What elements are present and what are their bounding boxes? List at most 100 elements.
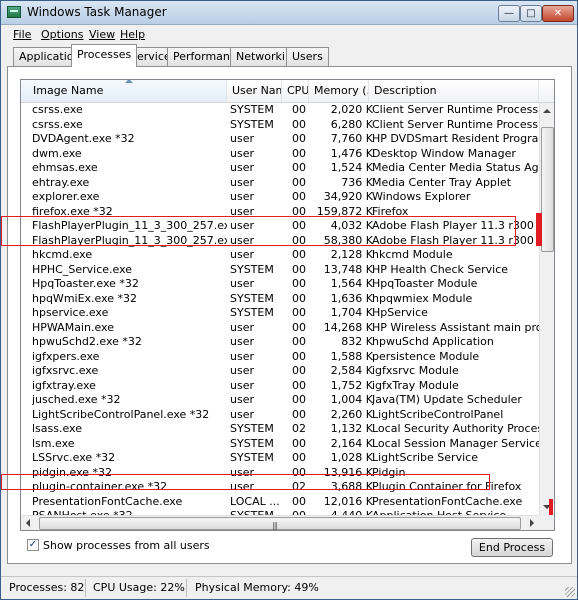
- process-row[interactable]: DVDAgent.exe *32 user 00 7,760 K HP DVDSmart…: [21, 132, 542, 147]
- process-row[interactable]: lsass.exe SYSTEM 02 1,132 K Local Security A…: [21, 422, 542, 437]
- vertical-scrollbar[interactable]: [539, 103, 554, 515]
- process-rows: csrss.exe SYSTEM 00 2,020 K Client Server Ru…: [21, 103, 542, 524]
- process-description: Desktop Window Manager: [372, 146, 516, 160]
- end-process-button[interactable]: End Process: [471, 538, 553, 557]
- process-description: Client Server Runtime Process: [372, 103, 539, 116]
- process-row[interactable]: PresentationFontCache.exe LOCAL ... 00 12,0…: [21, 495, 539, 510]
- process-row[interactable]: pidgin.exe *32 user 00 13,916 K Pidgin: [21, 466, 539, 481]
- maximize-button[interactable]: □: [520, 5, 542, 22]
- process-row[interactable]: plugin-container.exe *32 user 02 3,688 K Plu…: [21, 480, 539, 495]
- column-user-name[interactable]: User Name: [227, 80, 282, 102]
- process-row[interactable]: lsm.exe SYSTEM 00 2,164 K Local Session Mana…: [21, 436, 542, 452]
- process-row[interactable]: FlashPlayerPlugin_11_3_300_257.exe *32us…: [21, 234, 539, 249]
- process-user: user: [230, 233, 254, 247]
- process-row[interactable]: hpservice.exe SYSTEM 00 1,704 K HpService: [21, 306, 539, 321]
- process-row[interactable]: jusched.exe *32 user 00 1,004 K Java(TM) Upd…: [21, 393, 539, 408]
- process-user: SYSTEM: [230, 103, 274, 116]
- show-all-users-checkbox[interactable]: ✓: [27, 539, 39, 551]
- process-row[interactable]: hkcmd.exe user 00 2,128 Khkcmd Module: [21, 248, 539, 263]
- process-memory: 832 K: [341, 335, 373, 348]
- process-name: firefox.exe *32: [32, 204, 113, 218]
- process-row[interactable]: LSSrvc.exe *32 SYSTEM 00 1,028 K LightScribe…: [21, 451, 539, 466]
- resize-grip-icon[interactable]: [565, 587, 575, 597]
- process-description: LightScribe Service: [372, 451, 478, 464]
- process-user: SYSTEM: [230, 436, 274, 450]
- process-description: hkcmd Module: [372, 248, 453, 261]
- horizontal-scrollbar[interactable]: |||: [21, 515, 539, 530]
- process-row[interactable]: explorer.exe user 00 34,920 K Windows Explor…: [21, 190, 539, 205]
- status-cpu-usage: CPU Usage: 22%: [93, 581, 185, 594]
- process-memory: 6,280 K: [330, 117, 373, 131]
- process-row[interactable]: csrss.exe SYSTEM 00 2,020 K Client Server Ru…: [21, 103, 539, 118]
- process-name: dwm.exe: [32, 146, 82, 160]
- process-row[interactable]: HpqToaster.exe *32 user 00 1,564 K HpqToaste…: [21, 277, 539, 292]
- process-row[interactable]: firefox.exe *32 user 00 159,872 K Firefox: [21, 205, 539, 220]
- show-all-users-label[interactable]: Show processes from all users: [43, 539, 210, 552]
- process-memory: 1,564 K: [330, 277, 373, 290]
- tab-processes[interactable]: Processes: [71, 44, 138, 67]
- process-row[interactable]: ehtray.exe user 00 736 K Media Center Tray A…: [21, 176, 539, 191]
- process-row[interactable]: hpqWmiEx.exe *32 SYSTEM 00 1,636 Khpqwmiex …: [21, 292, 539, 307]
- process-memory: 2,584 K: [330, 364, 373, 377]
- column-memory-label: Memory (...: [314, 84, 368, 97]
- close-button[interactable]: ✕: [542, 5, 574, 22]
- column-image-name[interactable]: Image Name: [21, 80, 227, 102]
- process-name: ehtray.exe: [32, 175, 90, 189]
- process-row[interactable]: LightScribeControlPanel.exe *32 user 00 2,2…: [21, 408, 539, 423]
- process-name: igfxtray.exe: [32, 378, 96, 392]
- scroll-left-icon[interactable]: [26, 519, 30, 527]
- process-memory: 159,872 K: [316, 204, 373, 218]
- process-row[interactable]: ehmsas.exe user 00 1,524 K Media Center Medi…: [21, 161, 542, 176]
- process-row[interactable]: igfxpers.exe user 00 1,588 Kpersistence Mod…: [21, 350, 539, 365]
- process-description: Java(TM) Update Scheduler: [372, 393, 522, 406]
- process-user: user: [230, 175, 254, 189]
- scroll-right-icon[interactable]: [530, 519, 534, 527]
- process-name: HPHC_Service.exe: [32, 262, 133, 276]
- process-user: SYSTEM: [230, 451, 274, 464]
- process-row[interactable]: igfxtray.exe user 00 1,752 KigfxTray Module: [21, 379, 539, 394]
- process-row[interactable]: igfxsrvc.exe user 00 2,584 Kigfxsrvc Module: [21, 364, 539, 379]
- process-description: hpwuSchd Application: [372, 335, 494, 348]
- process-row[interactable]: HPHC_Service.exe SYSTEM 00 13,748 K HP Healt…: [21, 263, 539, 278]
- column-cpu[interactable]: CPU: [282, 80, 309, 102]
- process-row[interactable]: HPWAMain.exe user 00 14,268 K HP Wireless As…: [21, 320, 542, 336]
- process-name: lsm.exe: [32, 436, 75, 450]
- process-cpu: 00: [292, 132, 306, 145]
- process-memory: 12,016 K: [323, 494, 373, 508]
- minimize-button[interactable]: —: [498, 5, 520, 22]
- process-memory: 4,032 K: [330, 219, 373, 232]
- process-memory: 2,128 K: [330, 248, 373, 261]
- process-name: pidgin.exe *32: [32, 465, 113, 479]
- process-row[interactable]: csrss.exe SYSTEM 00 6,280 K Client Server Ru…: [21, 118, 539, 133]
- process-description: Client Server Runtime Process: [372, 117, 539, 131]
- process-memory: 2,020 K: [330, 103, 373, 116]
- process-memory: 1,636 K: [330, 291, 373, 305]
- process-row[interactable]: dwm.exe user 00 1,476 K Desktop Window Manag…: [21, 147, 539, 162]
- horizontal-scroll-thumb[interactable]: |||: [39, 517, 521, 530]
- menu-help[interactable]: Help: [120, 28, 145, 41]
- title-bar[interactable]: Windows Task Manager — □ ✕: [1, 1, 577, 25]
- process-description: Local Session Manager Service: [372, 436, 542, 450]
- process-list[interactable]: Image Name User Name CPU Memory (... Des…: [20, 79, 555, 531]
- tab-users[interactable]: Users: [286, 47, 329, 66]
- process-name: PresentationFontCache.exe: [32, 494, 183, 508]
- menu-view[interactable]: View: [89, 28, 115, 41]
- menu-bar: File Options View Help: [1, 26, 577, 44]
- status-physical-memory: Physical Memory: 49%: [195, 581, 319, 594]
- process-memory: 13,748 K: [323, 262, 373, 276]
- menu-options[interactable]: Options: [41, 28, 83, 41]
- process-row[interactable]: FlashPlayerPlugin_11_3_300_257.exe *32us…: [21, 219, 539, 234]
- process-name: ehmsas.exe: [32, 161, 98, 174]
- process-name: hkcmd.exe: [32, 248, 93, 261]
- process-description: igfxsrvc Module: [372, 364, 459, 377]
- vertical-scroll-thumb[interactable]: [541, 127, 554, 252]
- process-cpu: 00: [292, 146, 306, 160]
- process-name: HPWAMain.exe: [32, 320, 114, 334]
- menu-file[interactable]: File: [13, 28, 31, 41]
- column-description[interactable]: Description: [369, 80, 539, 102]
- process-user: user: [230, 364, 254, 377]
- scroll-up-icon[interactable]: [543, 109, 551, 113]
- process-name: FlashPlayerPlugin_11_3_300_257.exe *32: [32, 219, 227, 232]
- column-memory[interactable]: Memory (...: [309, 80, 369, 102]
- process-row[interactable]: hpwuSchd2.exe *32 user 00 832 KhpwuSchd App…: [21, 335, 539, 350]
